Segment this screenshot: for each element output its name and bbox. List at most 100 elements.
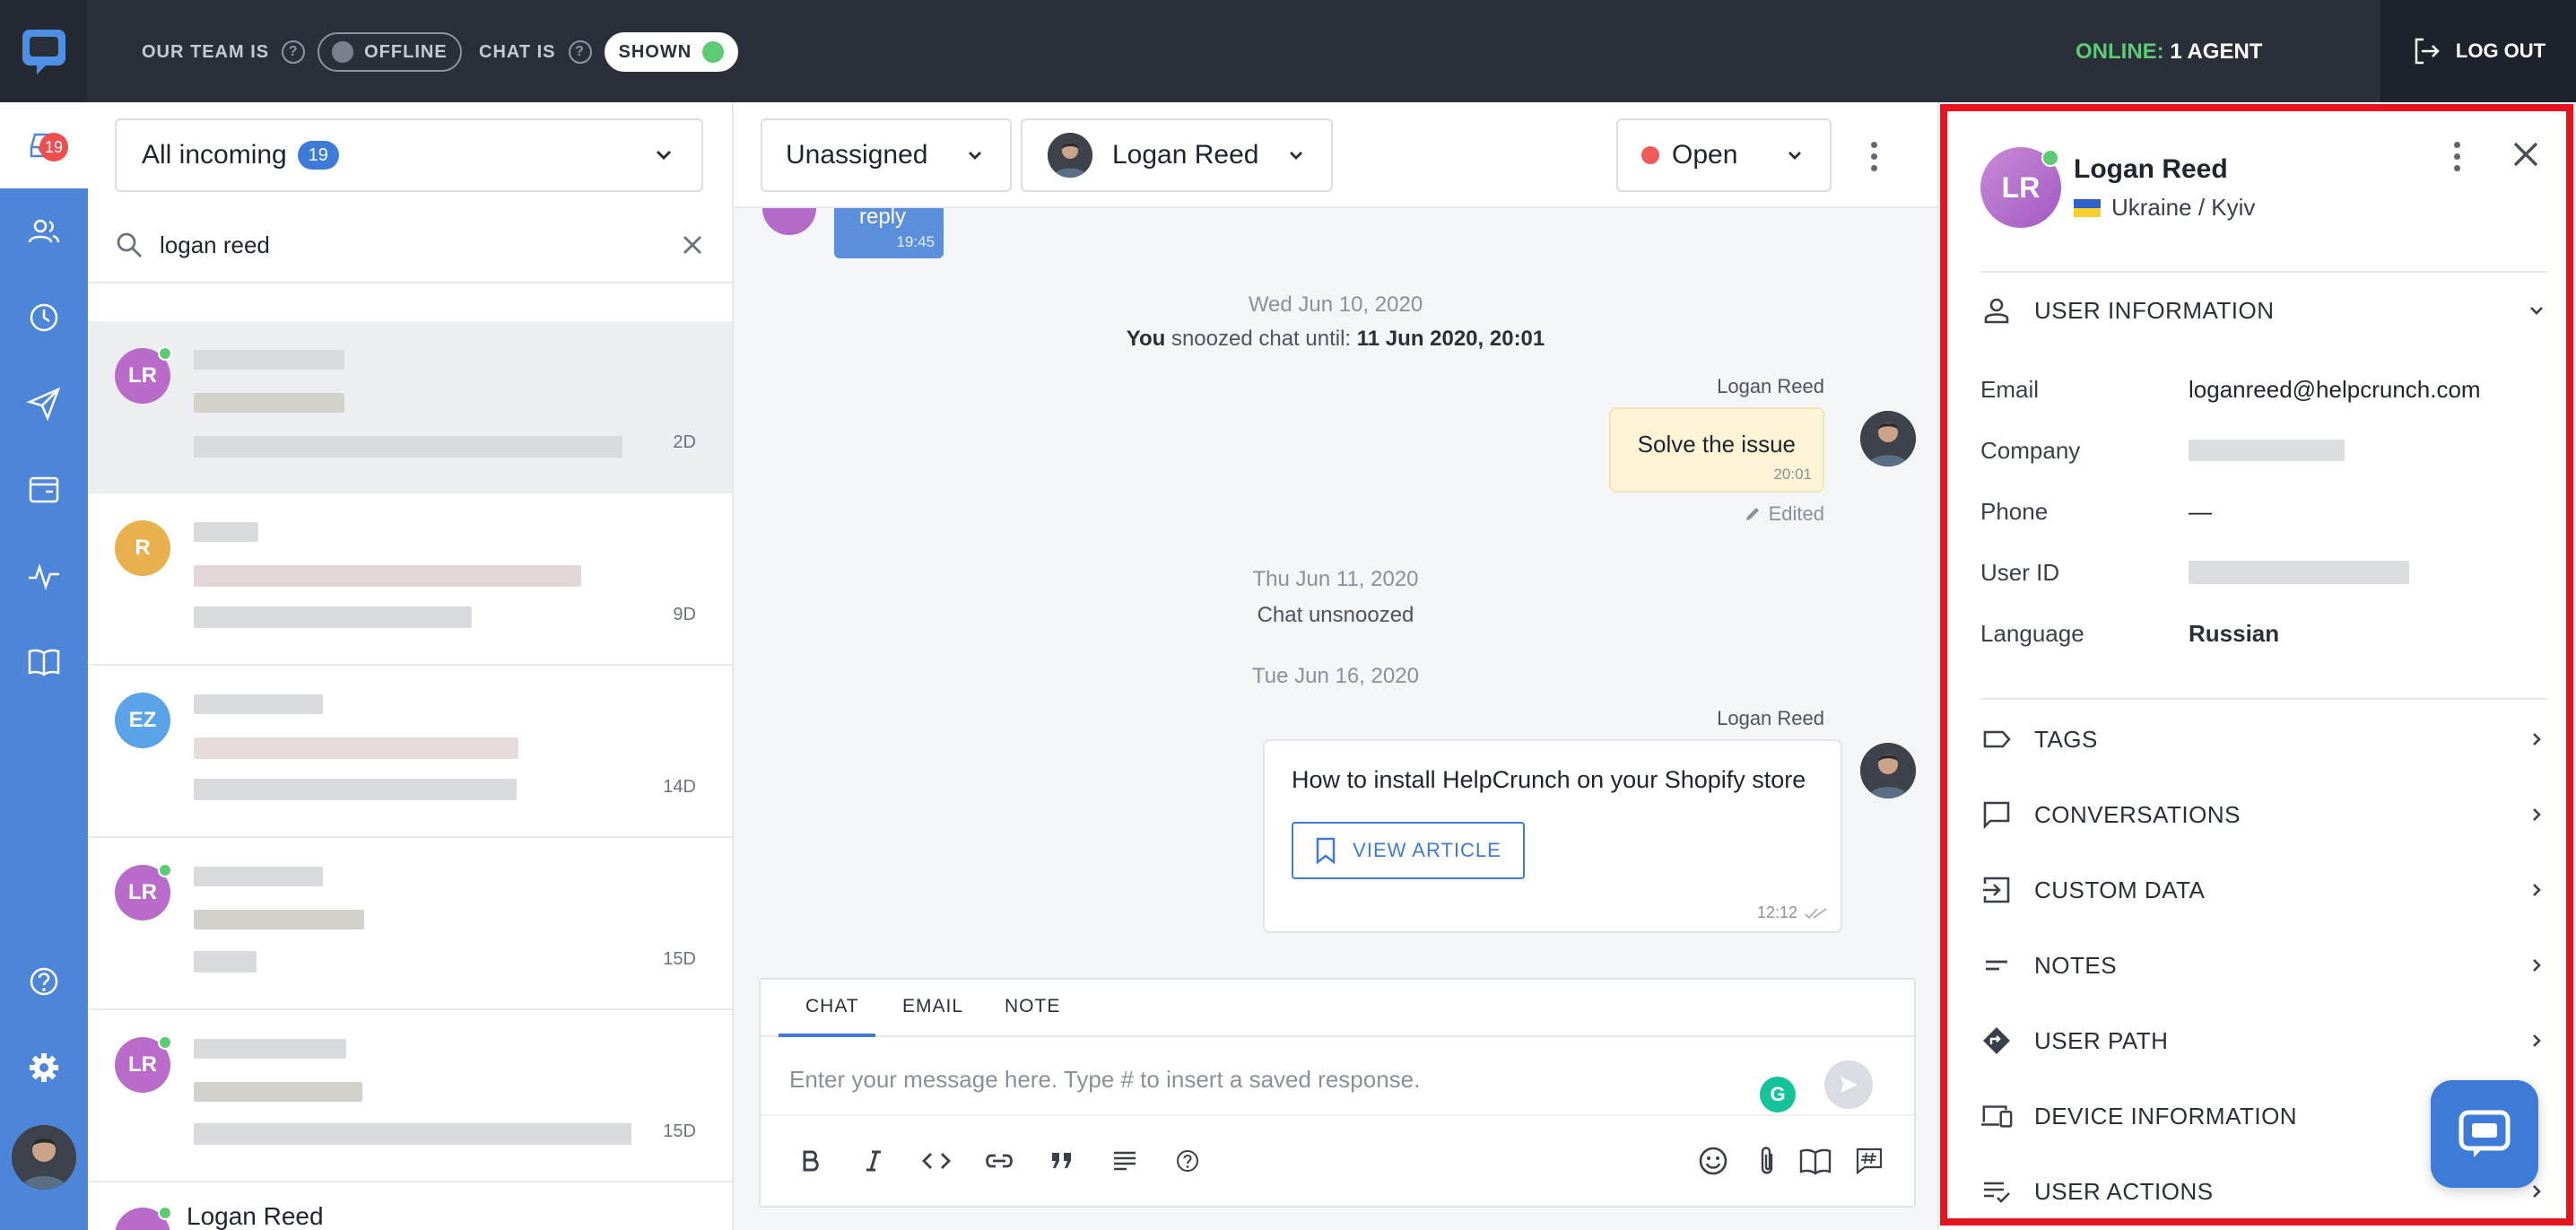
conversation-time: 9D bbox=[673, 605, 696, 624]
formatting-help-button[interactable] bbox=[1168, 1141, 1207, 1181]
conversation-avatar: R bbox=[115, 520, 170, 576]
blurred-company-value[interactable] bbox=[2189, 440, 2345, 461]
tab-email[interactable]: EMAIL bbox=[902, 996, 963, 1017]
blurred-message-preview bbox=[194, 779, 517, 800]
chat-help-icon[interactable]: ? bbox=[568, 40, 592, 64]
edited-indicator: Edited bbox=[1744, 502, 1824, 526]
code-button[interactable] bbox=[917, 1141, 956, 1181]
message-input[interactable]: Enter your message here. Type # to inser… bbox=[789, 1066, 1420, 1094]
blurred-name bbox=[194, 1039, 346, 1059]
align-button[interactable] bbox=[1105, 1141, 1144, 1181]
italic-button[interactable] bbox=[854, 1141, 893, 1181]
knowledge-base-button[interactable] bbox=[1796, 1141, 1835, 1181]
user-icon bbox=[1980, 294, 2013, 327]
conversation-item[interactable]: R 9D bbox=[88, 493, 732, 666]
app-logo[interactable] bbox=[0, 0, 88, 102]
nav-history[interactable] bbox=[0, 275, 88, 361]
status-dropdown[interactable]: Open bbox=[1616, 118, 1832, 192]
formatting-toolbar bbox=[761, 1114, 1914, 1206]
online-indicator bbox=[158, 346, 172, 361]
saved-responses-button[interactable] bbox=[1849, 1141, 1889, 1181]
quote-button[interactable] bbox=[1042, 1141, 1082, 1181]
blurred-email bbox=[194, 910, 364, 929]
profile-initials: LR bbox=[2001, 170, 2041, 204]
profile-avatar: LR bbox=[1980, 147, 2061, 228]
chevron-down-icon bbox=[969, 152, 981, 160]
info-value[interactable]: — bbox=[2189, 498, 2212, 526]
logout-icon bbox=[2415, 38, 2440, 65]
conversation-time: 2D bbox=[673, 432, 696, 452]
blurred-name bbox=[194, 867, 323, 886]
agent-note-bubble[interactable]: Solve the issue 20:01 bbox=[1608, 407, 1824, 493]
message-time: 12:12 bbox=[1756, 903, 1797, 921]
close-icon[interactable] bbox=[2506, 135, 2546, 174]
logout-button[interactable]: LOG OUT bbox=[2380, 0, 2576, 102]
attach-button[interactable] bbox=[1747, 1141, 1787, 1181]
message-text: Solve the issue bbox=[1637, 431, 1796, 458]
conversation-item[interactable]: LR 15D bbox=[88, 838, 732, 1010]
conversation-item[interactable]: LR 15D bbox=[88, 1010, 732, 1182]
nav-reports[interactable] bbox=[0, 533, 88, 619]
chat-more-menu-icon[interactable] bbox=[1871, 142, 1877, 171]
date-separator: Wed Jun 10, 2020 bbox=[1248, 292, 1423, 317]
pencil-icon bbox=[1745, 508, 1759, 520]
directions-icon bbox=[1980, 1025, 2013, 1057]
team-help-icon[interactable]: ? bbox=[282, 40, 306, 64]
nav-users[interactable] bbox=[0, 188, 88, 275]
blurred-user-id-value[interactable] bbox=[2189, 561, 2409, 584]
gear-icon bbox=[30, 1053, 58, 1082]
message-list: reply 19:45 Wed Jun 10, 2020 You snoozed… bbox=[734, 208, 1937, 978]
team-status-toggle[interactable]: OFFLINE bbox=[318, 32, 462, 72]
book-icon bbox=[1799, 1148, 1832, 1175]
bold-button[interactable] bbox=[791, 1141, 831, 1181]
agent-avatar[interactable] bbox=[12, 1125, 76, 1190]
emoji-button[interactable] bbox=[1693, 1141, 1733, 1181]
section-tags[interactable]: TAGS bbox=[1980, 712, 2547, 766]
section-notes[interactable]: NOTES bbox=[1980, 938, 2547, 992]
grammarly-icon[interactable]: G bbox=[1760, 1077, 1796, 1112]
nav-settings[interactable] bbox=[0, 1025, 88, 1111]
profile-more-menu-icon[interactable] bbox=[2454, 142, 2460, 171]
section-user-information[interactable]: USER INFORMATION bbox=[1980, 284, 2547, 337]
nav-inbox[interactable]: 19 bbox=[0, 102, 88, 188]
chat-visibility-toggle[interactable]: SHOWN bbox=[604, 32, 739, 72]
view-article-button[interactable]: VIEW ARTICLE bbox=[1292, 822, 1525, 879]
agent-dropdown[interactable]: Logan Reed bbox=[1021, 118, 1333, 192]
nav-outreach[interactable] bbox=[0, 361, 88, 447]
inbox-filter-dropdown[interactable]: All incoming 19 bbox=[115, 118, 703, 192]
blurred-name bbox=[194, 350, 344, 370]
info-value[interactable]: loganreed@helpcrunch.com bbox=[2189, 376, 2481, 404]
chevron-right-icon bbox=[2533, 733, 2541, 746]
conversation-name: Logan Reed bbox=[187, 1202, 324, 1230]
avatar-initials: LR bbox=[128, 1052, 157, 1077]
devices-icon bbox=[1980, 1100, 2013, 1132]
clear-search-icon[interactable] bbox=[680, 232, 705, 257]
section-label: CUSTOM DATA bbox=[2034, 876, 2206, 903]
conversation-time: 14D bbox=[663, 777, 696, 797]
agent-photo bbox=[12, 1125, 76, 1190]
nav-knowledge-base[interactable] bbox=[0, 619, 88, 705]
users-icon bbox=[28, 219, 60, 243]
chat-status-value: SHOWN bbox=[618, 41, 692, 62]
conversation-item[interactable]: Logan Reed bbox=[88, 1182, 732, 1230]
send-button[interactable] bbox=[1824, 1060, 1873, 1109]
tab-chat[interactable]: CHAT bbox=[805, 996, 859, 1017]
avatar-initials: R bbox=[135, 536, 151, 560]
section-user-path[interactable]: USER PATH bbox=[1980, 1014, 2547, 1068]
chat-widget-launcher[interactable] bbox=[2431, 1080, 2538, 1188]
message-text: reply bbox=[859, 208, 907, 229]
search-input[interactable]: logan reed bbox=[160, 231, 680, 259]
section-custom-data[interactable]: CUSTOM DATA bbox=[1980, 863, 2547, 917]
wallet-icon bbox=[29, 476, 59, 503]
tab-note[interactable]: NOTE bbox=[1005, 996, 1060, 1017]
conversation-item[interactable]: EZ 14D bbox=[88, 666, 732, 838]
assign-dropdown[interactable]: Unassigned bbox=[761, 118, 1012, 192]
logout-label: LOG OUT bbox=[2455, 39, 2546, 62]
info-value[interactable]: Russian bbox=[2189, 620, 2279, 648]
nav-widgets[interactable] bbox=[0, 447, 88, 533]
section-conversations[interactable]: CONVERSATIONS bbox=[1980, 788, 2547, 842]
chevron-down-icon bbox=[1788, 152, 1801, 160]
nav-help[interactable] bbox=[0, 938, 88, 1025]
conversation-item[interactable]: LR 2D bbox=[88, 321, 732, 493]
link-button[interactable] bbox=[979, 1141, 1019, 1181]
